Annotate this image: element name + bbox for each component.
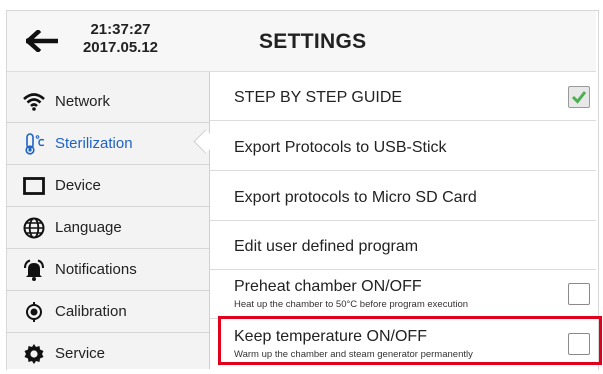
- setting-title: Edit user defined program: [234, 238, 419, 255]
- wifi-icon: [21, 90, 47, 114]
- sidebar-item-sterilization[interactable]: Sterilization: [7, 123, 209, 165]
- sidebar-item-calibration[interactable]: Calibration: [7, 291, 209, 333]
- calibration-icon: [21, 300, 47, 324]
- time-display: 21:37:27: [90, 21, 151, 38]
- setting-row-edit-program[interactable]: Edit user defined program: [210, 221, 596, 270]
- sidebar-item-label: Calibration: [55, 303, 127, 320]
- setting-row-step-by-step-guide[interactable]: STEP BY STEP GUIDE: [210, 72, 596, 121]
- setting-title: Preheat chamber ON/OFF: [234, 278, 422, 295]
- bell-icon: [21, 258, 47, 282]
- sidebar-item-label: Language: [55, 219, 122, 236]
- device-icon: [21, 174, 47, 198]
- setting-row-export-usb[interactable]: Export Protocols to USB-Stick: [210, 121, 596, 171]
- gear-icon: [21, 342, 47, 366]
- sidebar-item-label: Network: [55, 93, 111, 110]
- sidebar-item-label: Service: [55, 345, 106, 362]
- sidebar-item-network[interactable]: Network: [7, 81, 209, 123]
- setting-title: Export protocols to Micro SD Card: [234, 189, 477, 206]
- setting-row-export-sd[interactable]: Export protocols to Micro SD Card: [210, 171, 596, 221]
- date-display: 2017.05.12: [82, 39, 159, 56]
- setting-title: STEP BY STEP GUIDE: [234, 89, 403, 106]
- datetime: 21:37:27 2017.05.12: [73, 21, 168, 57]
- highlight-box: [218, 316, 602, 365]
- globe-icon: [21, 216, 47, 240]
- sidebar-item-notifications[interactable]: Notifications: [7, 249, 209, 291]
- setting-subtitle: Heat up the chamber to 50°C before progr…: [234, 299, 469, 310]
- sidebar: Network Sterilization Device Language No…: [7, 72, 210, 369]
- setting-title: Export Protocols to USB-Stick: [234, 139, 447, 156]
- sidebar-item-label: Sterilization: [55, 135, 133, 152]
- arrow-left-icon[interactable]: [26, 30, 58, 52]
- step-guide-checkbox[interactable]: [568, 86, 590, 108]
- setting-row-preheat[interactable]: Preheat chamber ON/OFF Heat up the chamb…: [210, 270, 596, 319]
- sidebar-item-label: Device: [55, 177, 101, 194]
- thermometer-icon: [21, 132, 47, 156]
- page-title: SETTINGS: [259, 30, 367, 53]
- checkmark-icon: [571, 91, 587, 104]
- sidebar-item-language[interactable]: Language: [7, 207, 209, 249]
- preheat-checkbox[interactable]: [568, 283, 590, 305]
- sidebar-item-label: Notifications: [55, 261, 137, 278]
- sidebar-item-service[interactable]: Service: [7, 333, 209, 374]
- sidebar-item-device[interactable]: Device: [7, 165, 209, 207]
